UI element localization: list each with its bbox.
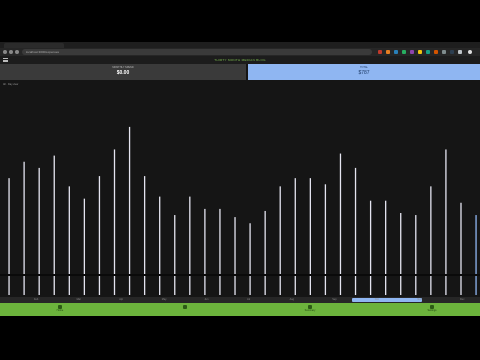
timeline-month-label: Apr — [119, 298, 124, 301]
extension-icons — [378, 50, 478, 54]
chart-bar[interactable] — [369, 200, 372, 295]
extension-icon[interactable] — [450, 50, 454, 54]
total-value: $787 — [358, 70, 370, 76]
letterbox-bottom — [0, 316, 480, 360]
profile-avatar[interactable] — [468, 50, 472, 54]
extension-icon[interactable] — [402, 50, 406, 54]
extension-icon[interactable] — [386, 50, 390, 54]
chart-bar[interactable] — [279, 186, 281, 295]
letterbox-top — [0, 0, 480, 42]
chart-bar[interactable] — [249, 223, 251, 295]
timeline-month-label: Jun — [204, 298, 209, 301]
chart-bar[interactable] — [189, 196, 191, 295]
chart-bar[interactable] — [143, 176, 146, 295]
nav-item-add[interactable] — [165, 303, 205, 316]
chart-bar[interactable] — [385, 200, 387, 295]
chart-bar[interactable] — [8, 178, 10, 295]
extension-icon[interactable] — [442, 50, 446, 54]
bar-chart — [8, 126, 477, 296]
browser-toolbar: localhost:3000/expenses — [0, 48, 480, 56]
chart-bar[interactable] — [68, 186, 70, 295]
chart-bar[interactable] — [400, 213, 402, 295]
timeline-month-label: Feb — [34, 298, 39, 301]
back-icon[interactable] — [3, 50, 7, 54]
nav-label: Home — [56, 309, 64, 312]
timeline-month-label: Mar — [76, 298, 81, 301]
total-card[interactable]: TOTAL $787 — [248, 64, 480, 80]
chart-bar[interactable] — [460, 202, 462, 295]
timeline-range-handle[interactable] — [352, 298, 422, 302]
timeline-month-label: Jul — [247, 298, 251, 301]
extension-icon[interactable] — [426, 50, 430, 54]
app-content: THIRTY MONTH MEDIAN BLOG MONTHLY SPEND $… — [0, 56, 480, 316]
chart-bar[interactable] — [324, 184, 327, 295]
monthly-spend-value: $0.00 — [116, 70, 130, 76]
timeline-month-label: Nov — [417, 298, 422, 301]
chart-bar[interactable] — [219, 208, 221, 295]
chart-bar[interactable] — [204, 208, 206, 295]
chart-bar[interactable] — [475, 215, 477, 295]
address-bar[interactable]: localhost:3000/expenses — [22, 49, 372, 55]
timeline-month-label: Sep — [332, 298, 337, 301]
nav-item-summary[interactable]: Summary — [290, 303, 330, 316]
extension-icon[interactable] — [434, 50, 438, 54]
chart-bar[interactable] — [234, 217, 236, 295]
extension-icon[interactable] — [394, 50, 398, 54]
bottom-navigation: Home Summary Settings — [0, 303, 480, 316]
nav-item-home[interactable]: Home — [40, 303, 80, 316]
chart-bar[interactable] — [294, 178, 296, 295]
extension-icon[interactable] — [418, 50, 422, 54]
chart-bar[interactable] — [83, 198, 86, 295]
chart-bar[interactable] — [430, 186, 432, 295]
add-icon — [183, 305, 187, 309]
nav-label: Summary — [304, 309, 316, 312]
app-title: THIRTY MONTH MEDIAN BLOG — [214, 58, 266, 62]
extension-icon[interactable] — [378, 50, 382, 54]
chart-bar[interactable] — [159, 196, 161, 295]
forward-icon[interactable] — [9, 50, 13, 54]
chart-bar[interactable] — [309, 178, 311, 295]
nav-item-settings[interactable]: Settings — [412, 303, 452, 316]
hamburger-menu-icon[interactable] — [3, 58, 8, 62]
nav-label: Settings — [427, 309, 437, 312]
monthly-spend-card[interactable]: MONTHLY SPEND $0.00 — [0, 64, 246, 80]
chart-bar[interactable] — [415, 215, 417, 295]
extension-icon[interactable] — [458, 50, 462, 54]
timeline-month-label: Aug — [289, 298, 295, 301]
app-bar: THIRTY MONTH MEDIAN BLOG — [0, 56, 480, 64]
reload-icon[interactable] — [15, 50, 19, 54]
extension-icon[interactable] — [410, 50, 414, 54]
chart-bar[interactable] — [264, 210, 266, 295]
chart-bar[interactable] — [98, 176, 101, 295]
timeline-month-label: Dec — [460, 298, 465, 301]
status-line — [0, 274, 480, 276]
chart-bar[interactable] — [174, 215, 176, 295]
timeline-month-label: May — [161, 298, 167, 301]
timeline-month-label: Oct — [374, 298, 379, 301]
chart-bar[interactable] — [128, 126, 131, 296]
